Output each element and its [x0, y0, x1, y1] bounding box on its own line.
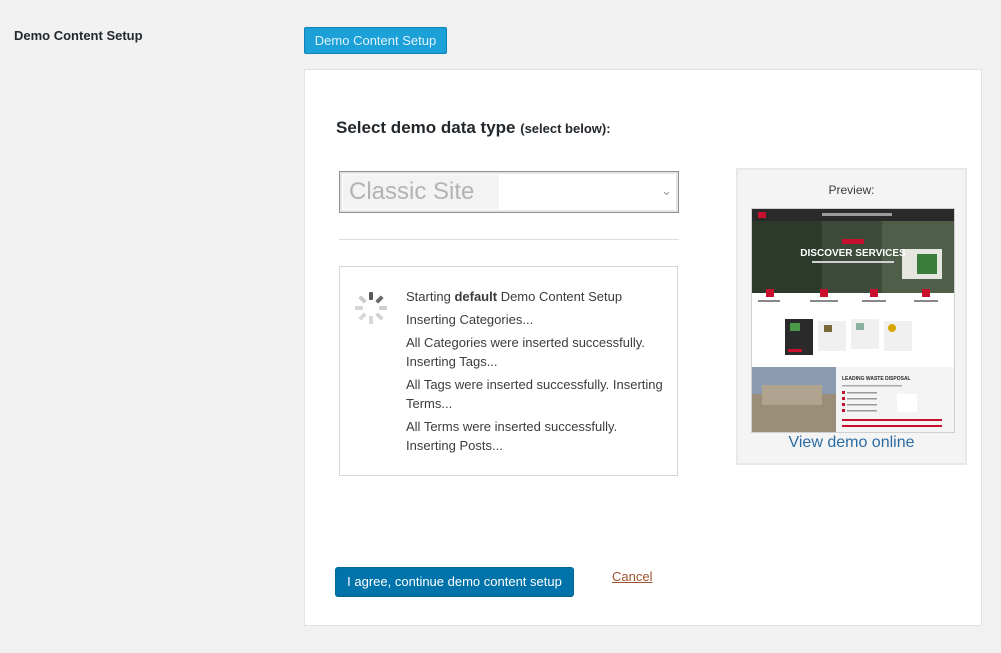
preview-label: Preview:	[828, 183, 875, 197]
demo-setup-panel: Select demo data type (select below): Cl…	[304, 69, 982, 626]
heading-main-text: Select demo data type	[336, 118, 516, 137]
log-line: All Terms were inserted successfully. In…	[406, 419, 618, 453]
preview-section-title: LEADING WASTE DISPOSAL	[842, 376, 911, 382]
preview-thumbnail[interactable]: DISCOVER SERVICES LEADING WASTE DISPOSAL	[751, 208, 955, 433]
setup-log-box: Starting default Demo Content Setup Inse…	[339, 266, 678, 476]
view-demo-online-link[interactable]: View demo online	[738, 434, 965, 452]
cancel-link[interactable]: Cancel	[612, 569, 652, 584]
select-demo-heading: Select demo data type (select below):	[336, 118, 611, 138]
log-line-suffix: Demo Content Setup	[500, 289, 623, 304]
demo-content-setup-label: Demo Content Setup	[14, 28, 143, 43]
agree-continue-button[interactable]: I agree, continue demo content setup	[335, 567, 574, 596]
log-line: Starting default Demo Content Setup	[406, 287, 668, 306]
log-line-bold: default	[454, 289, 498, 304]
divider	[339, 239, 679, 240]
demo-type-select[interactable]: Classic Site ⌄	[339, 171, 679, 213]
preview-box: Preview: DISCOVER SERVICES LEADING WASTE…	[736, 168, 967, 465]
loading-spinner-icon	[355, 292, 387, 324]
chevron-down-icon: ⌄	[661, 183, 672, 198]
heading-hint-text: (select below):	[520, 121, 611, 136]
setup-log-lines: Starting default Demo Content Setup Inse…	[406, 287, 668, 459]
log-line-prefix: Starting	[406, 289, 451, 304]
preview-hero-text: DISCOVER SERVICES	[800, 248, 906, 259]
demo-content-setup-button[interactable]: Demo Content Setup	[304, 27, 447, 54]
demo-type-selected-value: Classic Site	[343, 175, 499, 209]
preview-thumbnail-image: DISCOVER SERVICES LEADING WASTE DISPOSAL	[752, 209, 954, 432]
log-line: All Tags were inserted successfully. Ins…	[406, 377, 663, 411]
log-line: Inserting Categories...	[406, 312, 534, 327]
log-line: All Categories were inserted successfull…	[406, 335, 645, 369]
